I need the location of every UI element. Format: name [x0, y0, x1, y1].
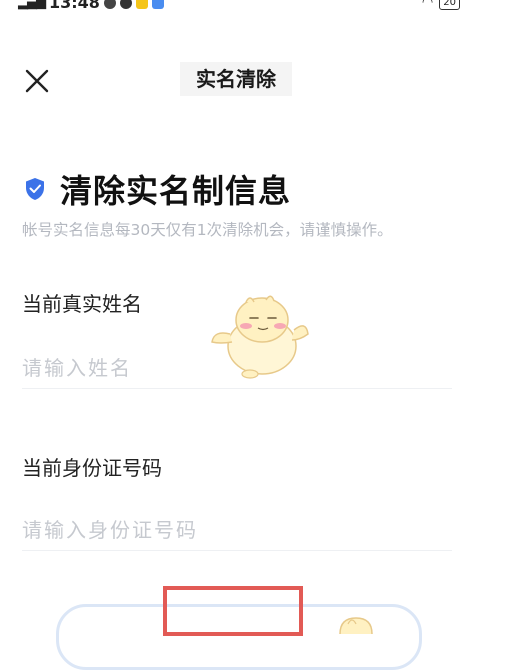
- section-heading: 清除实名制信息: [60, 172, 292, 210]
- heading-row: 清除实名制信息: [24, 166, 291, 212]
- app-notification-icon: [103, 0, 116, 9]
- mascot-sticker-image: [211, 295, 309, 379]
- battery-level: 20: [443, 0, 456, 8]
- app-badge-icon: [135, 0, 148, 9]
- close-icon[interactable]: [24, 68, 50, 94]
- app-badge-blue-icon: [151, 0, 164, 9]
- mascot-sticker-small-image: [339, 617, 373, 634]
- page-title: 实名清除: [180, 62, 292, 96]
- cloud-icon: [119, 0, 132, 9]
- id-number-label: 当前身份证号码: [22, 456, 162, 480]
- notice-text: 帐号实名信息每30天仅有1次清除机会，请谨慎操作。: [22, 221, 393, 239]
- id-number-input[interactable]: [22, 510, 452, 551]
- shield-icon: [26, 178, 44, 200]
- battery-icon: 20: [439, 0, 460, 10]
- signal-icon: ▂▄▆: [18, 0, 46, 10]
- status-time: 13:48: [49, 0, 100, 12]
- status-bar: ▂▄▆ 13:48 ◠ 20: [0, 0, 518, 14]
- wifi-icon: ◠: [421, 0, 434, 10]
- name-label: 当前真实姓名: [22, 292, 142, 316]
